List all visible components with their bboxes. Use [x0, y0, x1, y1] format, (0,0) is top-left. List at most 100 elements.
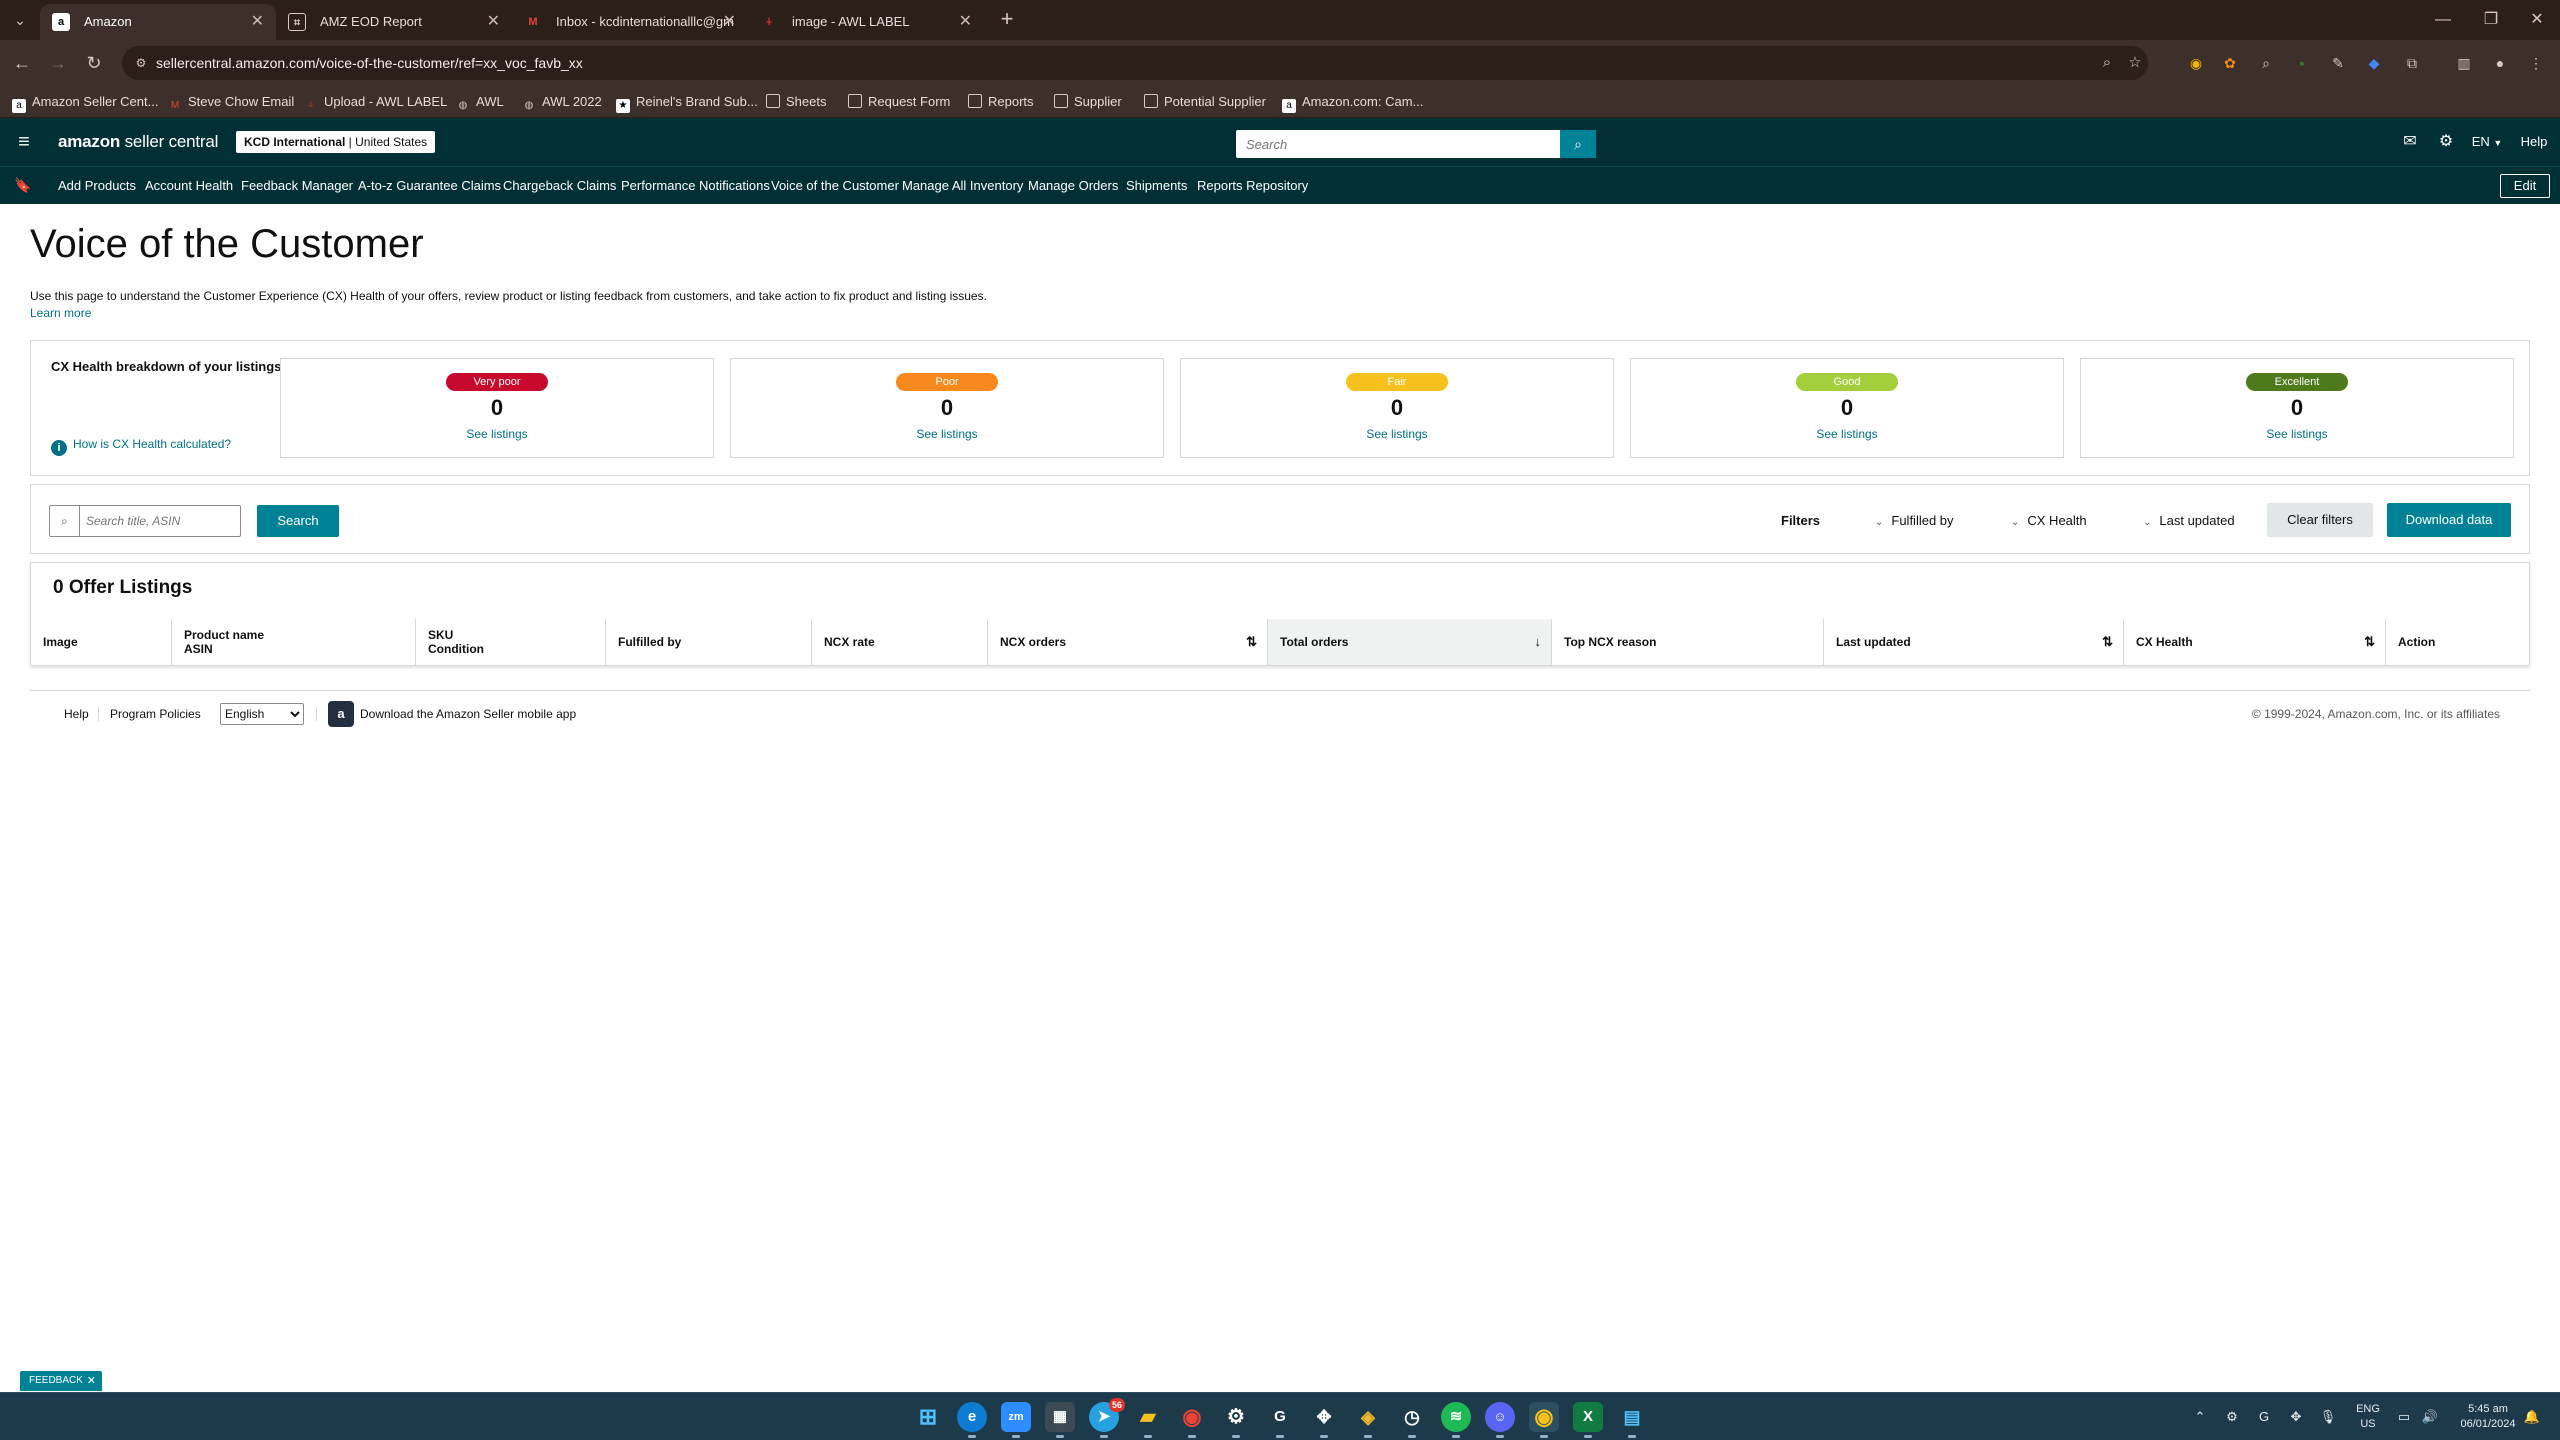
bookmark-folder-reports[interactable]: Reports	[968, 86, 1034, 118]
nav-add-products[interactable]: Add Products	[58, 167, 136, 205]
extension-search-icon[interactable]: ⌕	[2254, 51, 2278, 75]
nav-performance-notifications[interactable]: Performance Notifications	[621, 167, 770, 205]
bookmark-icon[interactable]: 🔖	[14, 177, 31, 193]
zoom-app-icon[interactable]: zm	[1001, 1402, 1031, 1438]
tab-inbox[interactable]: M Inbox - kcdinternationalllc@gm ✕	[512, 4, 748, 40]
notepad-icon[interactable]: ▤	[1617, 1402, 1647, 1438]
footer-language-select[interactable]: English	[220, 703, 304, 725]
listing-search-field[interactable]: ⌕	[49, 505, 241, 537]
bookmark-reinels-brand[interactable]: ★ Reinel's Brand Sub...	[616, 86, 758, 118]
filter-last-updated[interactable]: ⌄ Last updated	[2143, 505, 2235, 537]
game-controller-icon[interactable]: ✥	[1309, 1402, 1339, 1438]
clock[interactable]: 5:45 am 06/01/2024	[2446, 1402, 2530, 1432]
new-tab-icon[interactable]: +	[994, 6, 1020, 32]
address-bar[interactable]: ⚙ sellercentral.amazon.com/voice-of-the-…	[122, 46, 2148, 80]
see-listings-link[interactable]: See listings	[2081, 427, 2513, 441]
nav-a-to-z-claims[interactable]: A-to-z Guarantee Claims	[358, 167, 501, 205]
calculator-icon[interactable]: ▦	[1045, 1402, 1075, 1438]
clear-filters-button[interactable]: Clear filters	[2267, 503, 2373, 537]
edit-nav-button[interactable]: Edit	[2500, 174, 2550, 198]
see-listings-link[interactable]: See listings	[1631, 427, 2063, 441]
nav-shipments[interactable]: Shipments	[1126, 167, 1187, 205]
close-window-icon[interactable]: ✕	[2514, 0, 2560, 40]
steam-icon[interactable]: ⚙	[1221, 1402, 1251, 1438]
sort-descending-icon[interactable]: ↓	[1535, 634, 1542, 649]
nav-manage-all-inventory[interactable]: Manage All Inventory	[902, 167, 1023, 205]
close-icon[interactable]: ✕	[87, 1371, 96, 1391]
bookmark-folder-potential-supplier[interactable]: Potential Supplier	[1144, 86, 1266, 118]
mail-icon[interactable]: ✉	[2400, 130, 2420, 154]
language-selector[interactable]: EN ▼	[2470, 130, 2504, 154]
see-listings-link[interactable]: See listings	[1181, 427, 1613, 441]
extension-green-icon[interactable]: ▪	[2290, 51, 2314, 75]
help-link[interactable]: Help	[2518, 130, 2550, 154]
reload-icon[interactable]: ↻	[82, 51, 106, 75]
column-total-orders[interactable]: Total orders ↓	[1267, 619, 1551, 665]
url-text[interactable]: sellercentral.amazon.com/voice-of-the-cu…	[156, 46, 583, 80]
notifications-bell-icon[interactable]: 🔔	[2522, 1407, 2542, 1427]
extension-pen-icon[interactable]: ✎	[2326, 51, 2350, 75]
file-explorer-icon[interactable]: ▰	[1133, 1402, 1163, 1438]
download-app-link[interactable]: Download the Amazon Seller mobile app	[360, 707, 576, 721]
show-hidden-icons-chevron-icon[interactable]: ⌃	[2190, 1407, 2210, 1427]
footer-help-link[interactable]: Help	[64, 707, 89, 721]
nav-chargeback-claims[interactable]: Chargeback Claims	[503, 167, 616, 205]
filter-fulfilled-by[interactable]: ⌄ Fulfilled by	[1875, 505, 1954, 537]
tab-amz-eod-report[interactable]: ⌗ AMZ EOD Report ✕	[276, 4, 512, 40]
zoom-icon[interactable]: ⌕	[2098, 54, 2116, 72]
back-icon[interactable]: ←	[10, 51, 34, 75]
bookmark-star-icon[interactable]: ☆	[2126, 54, 2144, 72]
sort-icon[interactable]: ⇅	[2364, 634, 2375, 650]
global-search-field[interactable]	[1236, 130, 1596, 158]
chrome-menu-icon[interactable]: ⋮	[2524, 51, 2548, 75]
nav-voice-of-the-customer[interactable]: Voice of the Customer	[771, 167, 899, 205]
tab-amazon[interactable]: a Amazon ✕	[40, 4, 276, 40]
forward-icon[interactable]: →	[46, 51, 70, 75]
download-data-button[interactable]: Download data	[2387, 503, 2511, 537]
tab-close-icon[interactable]: ✕	[959, 4, 972, 40]
column-ncx-orders[interactable]: NCX orders ⇅	[987, 619, 1267, 665]
bookmark-folder-request-form[interactable]: Request Form	[848, 86, 950, 118]
amazon-seller-app-icon[interactable]: a	[328, 701, 354, 727]
tab-search-chevron-icon[interactable]: ⌄	[6, 8, 34, 32]
windows-start-icon[interactable]: ⊞	[913, 1402, 943, 1432]
settings-gear-icon[interactable]: ⚙	[2434, 130, 2458, 154]
spotify-icon[interactable]: ≋	[1441, 1402, 1471, 1438]
steam-tray-icon[interactable]: ⚙	[2222, 1407, 2242, 1427]
g-tray-icon[interactable]: G	[2254, 1407, 2274, 1427]
bookmark-awl[interactable]: ◍ AWL	[456, 86, 504, 118]
chrome-profile-icon[interactable]: ◉	[1529, 1402, 1559, 1438]
column-last-updated[interactable]: Last updated ⇅	[1823, 619, 2123, 665]
microphone-icon[interactable]: 🎙	[2318, 1407, 2338, 1427]
site-info-icon[interactable]: ⚙	[132, 54, 150, 72]
binance-icon[interactable]: ◈	[1353, 1402, 1383, 1438]
discord-icon[interactable]: ☺	[1485, 1402, 1515, 1438]
excel-icon[interactable]: X	[1573, 1402, 1603, 1438]
hamburger-menu-icon[interactable]: ≡	[12, 130, 36, 154]
sort-icon[interactable]: ⇅	[2102, 634, 2113, 650]
tab-awl-label[interactable]: ⍭ image - AWL LABEL ✕	[748, 4, 984, 40]
tab-close-icon[interactable]: ✕	[723, 4, 736, 40]
extension-chrome-icon[interactable]: ◉	[2184, 51, 2208, 75]
nav-feedback-manager[interactable]: Feedback Manager	[241, 167, 353, 205]
filter-cx-health[interactable]: ⌄ CX Health	[2011, 505, 2087, 537]
g-app-icon[interactable]: G	[1265, 1402, 1295, 1438]
bookmark-amazon-cam[interactable]: a Amazon.com: Cam...	[1282, 86, 1423, 118]
tab-close-icon[interactable]: ✕	[251, 4, 264, 40]
bookmark-amazon-seller-central[interactable]: a Amazon Seller Cent...	[12, 86, 158, 118]
nav-account-health[interactable]: Account Health	[145, 167, 233, 205]
telegram-icon[interactable]: ➤ 56	[1089, 1398, 1125, 1438]
extension-blue-icon[interactable]: ◆	[2362, 51, 2386, 75]
sort-icon[interactable]: ⇅	[1246, 634, 1257, 650]
chrome-icon[interactable]: ◉	[1177, 1402, 1207, 1438]
seller-central-logo[interactable]: amazon seller central	[58, 118, 218, 166]
clock-app-icon[interactable]: ◷	[1397, 1402, 1427, 1438]
edge-icon[interactable]: e	[957, 1402, 987, 1438]
extension-honey-icon[interactable]: ✿	[2218, 51, 2242, 75]
learn-more-link[interactable]: Learn more	[30, 306, 91, 320]
extensions-puzzle-icon[interactable]: ⧉	[2400, 51, 2424, 75]
bookmark-awl-2022[interactable]: ◍ AWL 2022	[522, 86, 602, 118]
volume-icon[interactable]: 🔊	[2420, 1407, 2440, 1427]
side-panel-icon[interactable]: ▥	[2452, 51, 2476, 75]
account-switcher[interactable]: KCD International | United States	[236, 131, 436, 153]
